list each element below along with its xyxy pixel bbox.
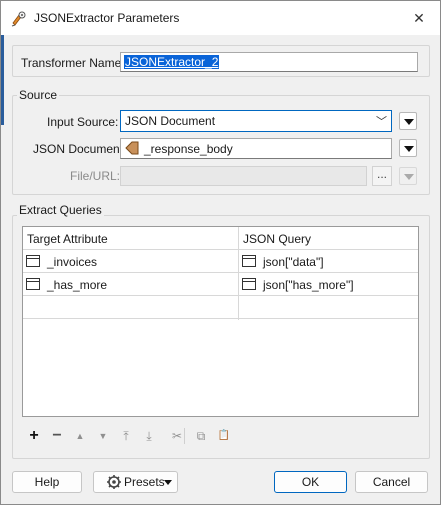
column-header-json-query[interactable]: JSON Query	[243, 232, 311, 246]
target-attribute-cell[interactable]: _invoices	[47, 255, 97, 269]
help-button[interactable]: Help	[12, 471, 82, 493]
json-document-label: JSON Document:	[33, 142, 127, 156]
json-document-field[interactable]: _response_body	[120, 138, 392, 159]
transformer-name-label: Transformer Name:	[21, 56, 125, 70]
cancel-button[interactable]: Cancel	[355, 471, 428, 493]
queries-toolbar: + − ▲ ▼ ⤒ ⤓ ✂ ⧉ 📋	[23, 425, 243, 447]
triangle-down-icon	[164, 480, 172, 485]
add-row-button[interactable]: +	[24, 425, 44, 447]
file-url-field[interactable]	[120, 166, 367, 186]
triangle-down-icon	[404, 119, 414, 125]
move-up-button[interactable]: ▲	[70, 425, 90, 447]
query-icon	[242, 278, 256, 290]
copy-button[interactable]: ⧉	[191, 425, 211, 447]
input-source-menu-button[interactable]	[399, 112, 417, 130]
json-query-cell[interactable]: json["has_more"]	[263, 278, 354, 292]
triangle-down-icon	[404, 146, 414, 152]
transformer-name-field[interactable]: JSONExtractor_2	[120, 52, 418, 72]
attribute-icon	[26, 278, 40, 290]
browse-button[interactable]: ...	[372, 166, 392, 186]
gear-icon	[107, 475, 121, 489]
file-url-label: File/URL:	[70, 169, 121, 183]
input-source-dropdown[interactable]: JSON Document ﹀	[120, 110, 392, 132]
move-to-top-button[interactable]: ⤒	[116, 425, 136, 447]
table-row[interactable]: _has_more json["has_more"]	[23, 273, 418, 296]
chevron-down-icon: ﹀	[376, 116, 387, 128]
dialog-window: JSONExtractor Parameters ✕ Transformer N…	[0, 0, 441, 505]
file-url-menu-button[interactable]	[399, 167, 417, 185]
move-down-button[interactable]: ▼	[93, 425, 113, 447]
json-query-cell[interactable]: json["data"]	[263, 255, 324, 269]
presets-label: Presets	[124, 475, 165, 489]
empty-table-row[interactable]	[23, 296, 418, 319]
target-attribute-cell[interactable]: _has_more	[47, 278, 107, 292]
move-to-bottom-button[interactable]: ⤓	[139, 425, 159, 447]
ok-button[interactable]: OK	[274, 471, 347, 493]
input-source-value: JSON Document	[125, 114, 216, 128]
attribute-icon	[26, 255, 40, 267]
attribute-arrow-icon	[125, 141, 139, 155]
close-button[interactable]: ✕	[404, 5, 434, 31]
background-window-edge	[1, 35, 4, 125]
source-group-title: Source	[17, 88, 60, 102]
extract-queries-group-title: Extract Queries	[17, 203, 104, 217]
transformer-icon	[11, 11, 26, 27]
triangle-down-icon	[404, 174, 414, 180]
transformer-name-value: JSONExtractor_2	[124, 55, 220, 69]
dialog-title: JSONExtractor Parameters	[34, 11, 180, 25]
table-row[interactable]: _invoices json["data"]	[23, 250, 418, 273]
extract-queries-table[interactable]: Target Attribute JSON Query _invoices js…	[22, 226, 419, 417]
json-document-menu-button[interactable]	[399, 139, 417, 157]
json-document-value: _response_body	[144, 142, 233, 156]
input-source-label: Input Source:	[47, 115, 119, 129]
column-header-target-attribute[interactable]: Target Attribute	[27, 232, 108, 246]
query-icon	[242, 255, 256, 267]
remove-row-button[interactable]: −	[47, 425, 67, 447]
title-bar: JSONExtractor Parameters ✕	[1, 1, 440, 35]
cut-button[interactable]: ✂	[167, 425, 187, 447]
table-header: Target Attribute JSON Query	[23, 227, 418, 250]
presets-button[interactable]: Presets	[93, 471, 178, 493]
paste-button[interactable]: 📋	[214, 425, 234, 447]
